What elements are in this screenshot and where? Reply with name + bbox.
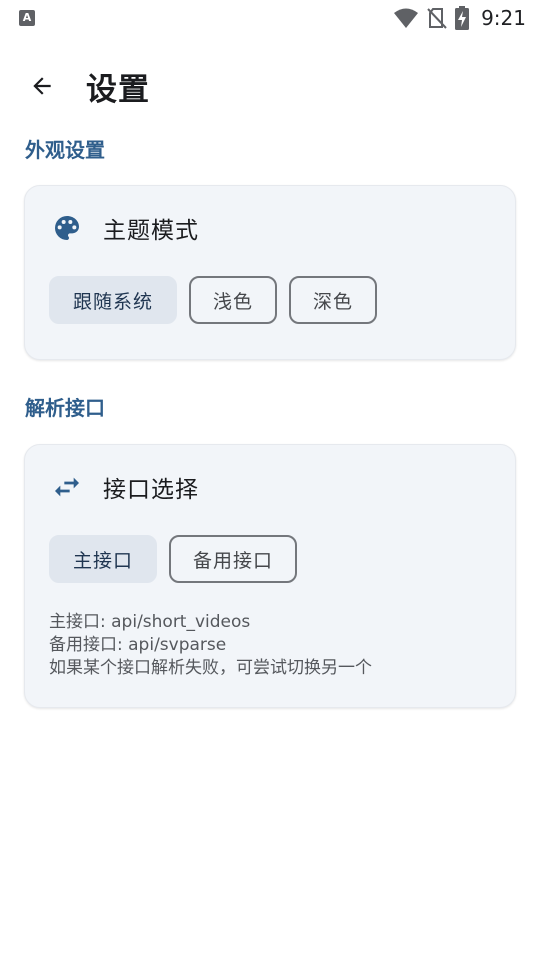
api-option-backup[interactable]: 备用接口: [169, 535, 298, 583]
app-notification-icon: A: [19, 10, 35, 26]
wifi-icon: [394, 8, 419, 28]
back-button[interactable]: [22, 66, 62, 106]
api-info: 主接口: api/short_videos 备用接口: api/svparse …: [49, 611, 372, 680]
top-app-bar: 设置: [0, 56, 540, 112]
swap-horiz-icon: [55, 477, 79, 497]
theme-option-light[interactable]: 浅色: [189, 276, 278, 324]
theme-option-follow-system[interactable]: 跟随系统: [49, 276, 178, 324]
api-option-primary[interactable]: 主接口: [49, 535, 158, 583]
theme-mode-card: 主题模式 跟随系统 浅色 深色: [24, 185, 516, 360]
card-title-api-selection: 接口选择: [103, 477, 199, 503]
section-header-parse-api: 解析接口: [25, 396, 105, 420]
palette-icon: [55, 216, 79, 240]
card-title-row: 接口选择: [51, 471, 199, 503]
card-title-theme-mode: 主题模式: [103, 218, 199, 244]
status-icons: 9:21: [393, 6, 526, 30]
section-header-appearance: 外观设置: [25, 138, 105, 162]
no-sim-icon: [427, 8, 447, 29]
api-info-hint: 如果某个接口解析失败，可尝试切换另一个: [49, 658, 372, 678]
status-bar: A 9:21: [0, 0, 540, 36]
api-info-primary: 主接口: api/short_videos: [49, 612, 251, 632]
status-time: 9:21: [481, 6, 526, 30]
api-selection-card: 接口选择 主接口 备用接口 主接口: api/short_videos 备用接口…: [24, 444, 516, 708]
battery-charging-icon: [455, 6, 470, 30]
arrow-back-icon: [33, 77, 51, 95]
api-options: 主接口 备用接口: [49, 535, 298, 583]
api-info-backup: 备用接口: api/svparse: [49, 635, 227, 655]
page-title: 设置: [86, 72, 150, 108]
theme-options: 跟随系统 浅色 深色: [49, 276, 378, 324]
theme-option-dark[interactable]: 深色: [289, 276, 378, 324]
card-title-row: 主题模式: [51, 212, 199, 244]
